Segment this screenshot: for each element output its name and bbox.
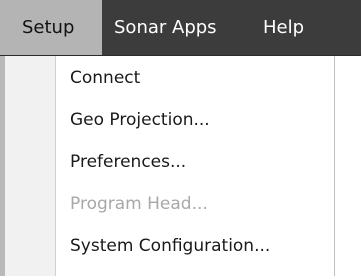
menu-item-connect[interactable]: Connect bbox=[70, 60, 325, 96]
menu-item-geo-projection[interactable]: Geo Projection... bbox=[70, 102, 325, 138]
menu-gutter-accent bbox=[0, 56, 5, 276]
menu-icon-gutter bbox=[0, 56, 56, 276]
menu-item-system-configuration[interactable]: System Configuration... bbox=[70, 228, 325, 264]
menu-sonar-apps[interactable]: Sonar Apps bbox=[114, 0, 217, 55]
menu-item-program-head: Program Head... bbox=[70, 194, 208, 214]
menu-setup[interactable]: Setup bbox=[0, 0, 102, 55]
menu-item-preferences[interactable]: Preferences... bbox=[70, 144, 325, 180]
menu-help[interactable]: Help bbox=[263, 0, 304, 55]
setup-dropdown-menu: Connect Geo Projection... Preferences...… bbox=[0, 56, 335, 276]
menu-bar: Setup Sonar Apps Help bbox=[0, 0, 361, 56]
